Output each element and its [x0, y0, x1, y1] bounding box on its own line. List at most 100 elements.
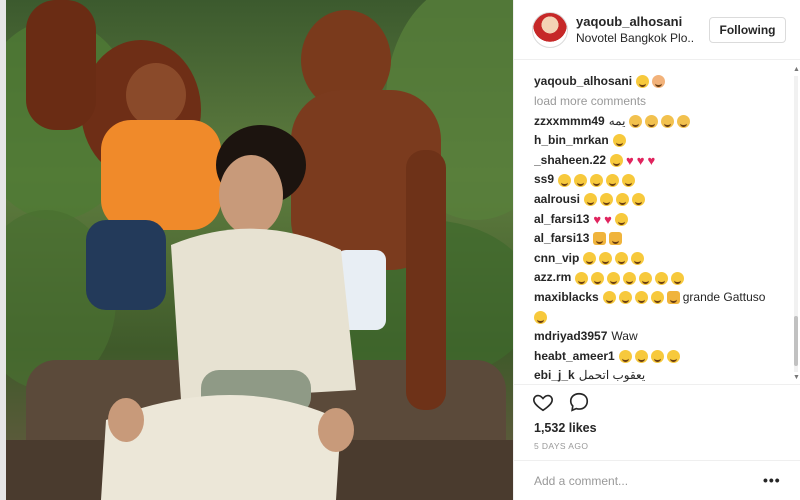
- load-more-comments[interactable]: load more comments: [534, 92, 789, 112]
- comment-row: maxiblacks grande Gattuso: [534, 288, 789, 308]
- laughing-emoji-icon: [671, 271, 685, 285]
- comment-username[interactable]: azz.rm: [534, 268, 571, 288]
- comment-row: azz.rm: [534, 268, 789, 288]
- laughing-emoji: [636, 74, 650, 88]
- post-location[interactable]: Novotel Bangkok Plo..: [576, 31, 706, 45]
- comment-bubble-icon[interactable]: [568, 391, 590, 413]
- user-avatar[interactable]: [532, 12, 568, 48]
- comment-text: يعقوب اتحمل: [578, 368, 646, 382]
- comment-row: mdriyad3957 Waw: [534, 327, 789, 347]
- laughing-emoji-icon: [634, 291, 648, 305]
- comment-row: ebi_j_k يعقوب اتحمل: [534, 366, 789, 382]
- post-sidebar: yaqoub_alhosani Novotel Bangkok Plo.. Fo…: [513, 0, 800, 500]
- clap-emoji-icon: [666, 291, 680, 305]
- laughing-emoji-icon: [650, 291, 664, 305]
- laughing-emoji-icon: [650, 350, 664, 364]
- heart-outline-icon[interactable]: [532, 391, 554, 413]
- sad-face-emoji-icon: [645, 114, 659, 128]
- comment-row: _shaheen.22 ♥ ♥ ♥: [534, 151, 789, 171]
- laughing-emoji-icon: [615, 252, 629, 266]
- divider: [514, 384, 800, 385]
- laughing-emoji-icon: [610, 154, 624, 168]
- comment-username[interactable]: al_farsi13: [534, 229, 589, 249]
- divider: [514, 460, 800, 461]
- laughing-emoji-icon: [631, 252, 645, 266]
- comment-row: al_farsi13 ♥ ♥: [534, 210, 789, 230]
- laughing-emoji-icon: [614, 212, 628, 226]
- laughing-emoji-icon: [534, 310, 547, 324]
- laughing-emoji-icon: [622, 173, 636, 187]
- caption: yaqoub_alhosani: [534, 70, 789, 92]
- comment-username[interactable]: cnn_vip: [534, 249, 579, 269]
- comment-text: يمه: [608, 113, 626, 128]
- laughing-emoji-icon: [599, 252, 613, 266]
- laughing-emoji-icon: [634, 350, 648, 364]
- post-timestamp: 5 DAYS AGO: [534, 441, 589, 451]
- clap-emoji-icon: [609, 232, 623, 246]
- comment-row: cnn_vip: [534, 249, 789, 269]
- heart-icon: ♥: [604, 211, 612, 227]
- post-header: yaqoub_alhosani Novotel Bangkok Plo.. Fo…: [514, 0, 800, 60]
- monkey-emoji: [652, 74, 666, 88]
- sad-face-emoji-icon: [677, 114, 691, 128]
- laughing-emoji-icon: [607, 271, 621, 285]
- laughing-emoji-icon: [612, 134, 626, 148]
- thumbs-up-emoji-icon: [593, 232, 607, 246]
- comment-row: ss9: [534, 170, 789, 190]
- comment-row: al_farsi13: [534, 229, 789, 249]
- comment-row: h_bin_mrkan: [534, 131, 789, 151]
- comment-username[interactable]: ss9: [534, 170, 554, 190]
- scroll-up-arrow-icon[interactable]: ▲: [793, 66, 800, 74]
- sad-face-emoji-icon: [661, 114, 675, 128]
- photo-illustration: [6, 0, 513, 500]
- laughing-emoji-icon: [583, 252, 597, 266]
- heart-icon: ♥: [626, 152, 634, 168]
- comment-username[interactable]: _shaheen.22: [534, 151, 606, 171]
- scroll-thumb[interactable]: [794, 316, 798, 366]
- laughing-emoji-icon: [590, 173, 604, 187]
- laughing-emoji-icon: [666, 350, 680, 364]
- laughing-emoji-icon: [584, 193, 598, 207]
- laughing-emoji-icon: [602, 291, 616, 305]
- heart-icon: ♥: [593, 211, 602, 227]
- comment-row: [534, 308, 789, 328]
- laughing-emoji-icon: [574, 173, 588, 187]
- like-count[interactable]: 1,532 likes: [534, 421, 597, 435]
- laughing-emoji-icon: [616, 193, 630, 207]
- comment-username[interactable]: mdriyad3957: [534, 327, 607, 347]
- comments-list: yaqoub_alhosani load more comments zzxxm…: [534, 70, 789, 382]
- comment-username[interactable]: ebi_j_k: [534, 366, 575, 382]
- comment-row: zzxxmmm49 يمه: [534, 112, 789, 132]
- comment-row: heabt_ameer1: [534, 347, 789, 367]
- laughing-emoji-icon: [618, 350, 632, 364]
- add-comment-input[interactable]: Add a comment...: [534, 474, 628, 488]
- comment-username[interactable]: zzxxmmm49: [534, 112, 605, 132]
- scroll-down-arrow-icon[interactable]: ▼: [793, 374, 800, 382]
- laughing-emoji-icon: [600, 193, 614, 207]
- comments-scrollbar[interactable]: ▲ ▼: [793, 66, 800, 382]
- caption-username[interactable]: yaqoub_alhosani: [534, 70, 632, 92]
- post-photo[interactable]: [6, 0, 513, 500]
- laughing-emoji-icon: [655, 271, 669, 285]
- more-options-icon[interactable]: •••: [763, 472, 781, 488]
- heart-icon: ♥: [636, 152, 645, 168]
- heart-icon: ♥: [647, 152, 656, 168]
- laughing-emoji-icon: [558, 173, 572, 187]
- sad-face-emoji-icon: [629, 114, 643, 128]
- comment-username[interactable]: h_bin_mrkan: [534, 131, 609, 151]
- post-username[interactable]: yaqoub_alhosani: [576, 14, 682, 29]
- comment-username[interactable]: heabt_ameer1: [534, 347, 615, 367]
- laughing-emoji-icon: [591, 271, 605, 285]
- comment-username[interactable]: aalrousi: [534, 190, 580, 210]
- laughing-emoji-icon: [606, 173, 620, 187]
- laughing-emoji-icon: [632, 193, 646, 207]
- comment-text: grande Gattuso: [682, 289, 766, 304]
- comment-row: aalrousi: [534, 190, 789, 210]
- laughing-emoji-icon: [639, 271, 653, 285]
- comment-username[interactable]: al_farsi13: [534, 210, 589, 230]
- comment-username[interactable]: maxiblacks: [534, 288, 599, 308]
- comment-text: Waw: [611, 329, 638, 344]
- laughing-emoji-icon: [575, 271, 589, 285]
- scroll-track[interactable]: [794, 76, 798, 372]
- following-button[interactable]: Following: [709, 17, 786, 43]
